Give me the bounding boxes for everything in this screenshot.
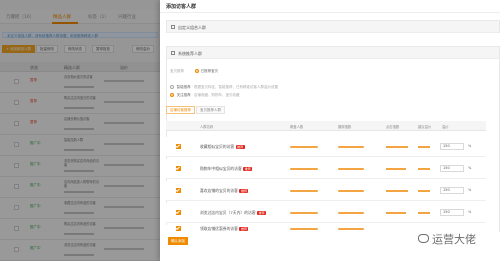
radio-icon[interactable] [195,69,200,73]
checkbox-checked-icon[interactable] [176,226,181,231]
radio-icon[interactable] [170,85,174,89]
subtab-item-crowd[interactable]: 宝贝推荐人群 [196,106,225,114]
percent-unit: % [468,166,472,170]
radio-label: 关注推荐 [176,93,191,97]
col-exposure: 展现指数 [338,125,352,129]
exposure-bar [338,190,364,192]
section-title: 自定义组合人群 [178,24,206,30]
premium-input[interactable]: 150 [440,165,464,172]
click-bar [386,211,406,214]
col-name: 人群名称 [200,125,214,129]
add-visitor-crowd-drawer: 添加访客人群 自定义组合人群 系统推荐人群 宝贝推荐 已推荐宝贝 智能推荐 · … [160,0,500,261]
exposure-bar [338,212,364,214]
radio-option-follow[interactable]: 关注推荐 · 店铺收藏、购物车、宝贝收藏 [170,93,239,98]
col-click: 点击指数 [386,125,400,129]
recommend-mode-row: 宝贝推荐 已推荐宝贝 [170,69,218,74]
percent-unit: % [468,210,472,214]
crowd-name: 浏览过店内宝贝（7天内）的访客 推荐 [200,209,267,216]
coverage-bar [290,228,318,230]
coverage-bar [290,190,318,192]
crowd-name: 喜欢店铺的宝贝的访客 推荐 [200,187,249,194]
recommend-option-label: 已推荐宝贝 [200,69,219,73]
checkbox-checked-icon[interactable] [176,210,181,215]
crowd-name: 领取店铺优惠券的访客 推荐 [200,226,249,232]
premium-input[interactable]: 150 [440,187,464,194]
premium-input[interactable]: 150 [440,209,464,216]
recommend-badge: 推荐 [239,188,249,193]
crowd-name-text: 购物车中相似宝贝的访客 [200,165,242,171]
percent-unit: % [468,144,472,148]
crowd-table-header: 人群名称 覆盖人数 展现指数 点击指数 建议溢价 溢价 [166,121,486,131]
checkbox-checked-icon[interactable] [176,166,181,171]
recommend-badge: 推荐 [243,166,253,171]
col-coverage: 覆盖人数 [290,125,304,129]
suggest-bar [418,145,430,148]
drawer-title: 添加访客人群 [166,4,197,10]
suggest-bar [418,211,430,214]
click-bar [386,145,408,148]
monitor-icon [171,51,175,55]
crowd-name-text: 收藏相似宝贝的访客 [200,143,235,149]
radio-label: 智能推荐 [176,85,191,89]
premium-input[interactable]: 150 [440,143,464,150]
coverage-bar [290,212,318,214]
crowd-name-text: 喜欢店铺的宝贝的访客 [200,187,238,193]
radio-icon[interactable] [170,93,174,97]
radio-desc: · 店铺收藏、购物车、宝贝收藏 [191,93,240,97]
suggest-bar [418,167,430,170]
divider [160,12,500,13]
col-premium: 溢价 [442,125,449,129]
crowd-row[interactable]: 喜欢店铺的宝贝的访客 推荐 150 % [166,181,486,201]
section-header[interactable]: 自定义组合人群 [167,21,499,33]
recommend-label: 宝贝推荐 [170,69,184,73]
checkbox-icon[interactable] [171,25,175,29]
col-suggest: 建议溢价 [418,125,432,129]
exposure-bar [338,228,364,230]
coverage-bar [290,146,318,148]
recommend-badge: 推荐 [239,227,249,231]
click-bar [386,167,406,170]
crowd-row[interactable]: 收藏相似宝贝的访客 推荐 150 % [166,137,486,157]
crowd-name-text: 领取店铺优惠券的访客 [200,226,238,231]
custom-crowd-section[interactable]: 自定义组合人群 [166,20,500,33]
radio-desc: · 根据宝贝特征，智能推荐，已有精准访客人群溢价设置 [191,85,278,89]
exposure-bar [338,146,364,148]
watermark: 运营大佬 [432,233,476,246]
crowd-name-text: 浏览过店内宝贝（7天内）的访客 [200,209,256,215]
click-bar [386,189,408,192]
coverage-bar [290,168,318,170]
confirm-add-button[interactable]: 确认添加 [168,237,188,245]
crowd-name: 购物车中相似宝贝的访客 推荐 [200,165,253,172]
crowd-row[interactable]: 浏览过店内宝贝（7天内）的访客 推荐 150 % [166,203,486,223]
section-title: 系统推荐人群 [178,50,202,56]
recommend-badge: 推荐 [257,210,267,215]
checkbox-checked-icon[interactable] [176,144,181,149]
wechat-icon [418,234,429,243]
percent-unit: % [468,188,472,192]
suggest-bar [418,189,430,192]
section-header[interactable]: 系统推荐人群 [167,47,499,59]
crowd-row[interactable]: 购物车中相似宝贝的访客 推荐 150 % [166,159,486,179]
crowd-name: 收藏相似宝贝的访客 推荐 [200,144,245,150]
recommend-badge: 推荐 [235,144,245,149]
radio-option-smart[interactable]: 智能推荐 · 根据宝贝特征，智能推荐，已有精准访客人群溢价设置 [170,85,278,90]
subtab-store-visitors[interactable]: 店铺访客推荐 [166,106,195,114]
modal-overlay[interactable] [0,0,160,261]
checkbox-checked-icon[interactable] [176,188,181,193]
recommend-option[interactable]: 已推荐宝贝 [195,69,218,73]
exposure-bar [338,168,364,170]
